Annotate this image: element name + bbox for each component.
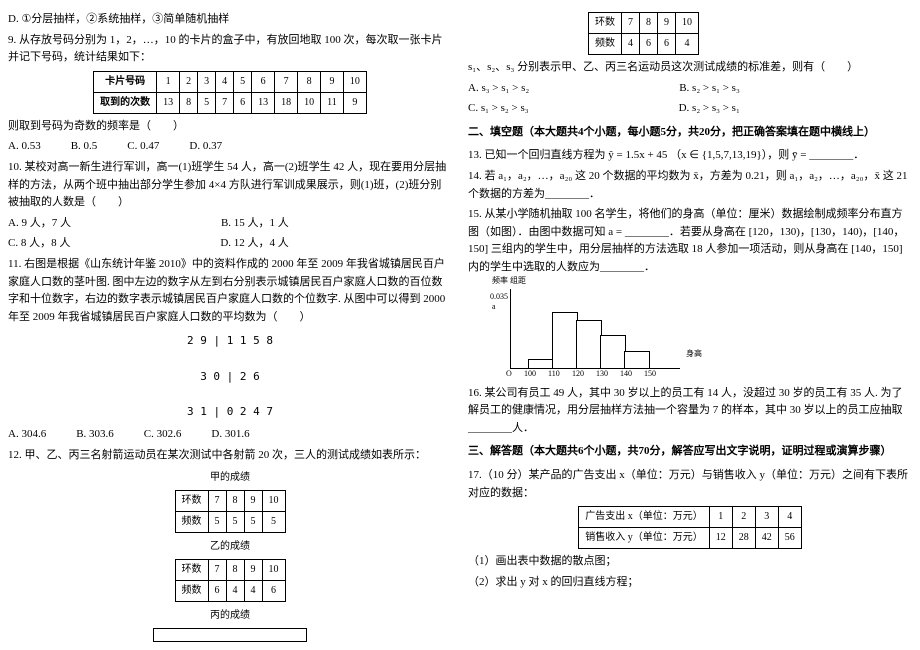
yi-table: 环数 7 8 9 10 频数 6 4 4 6 (175, 559, 286, 602)
tick-140: 140 (620, 368, 632, 381)
bing-table-stub (153, 628, 307, 642)
q9-r2-label: 取到的次数 (94, 92, 157, 113)
mark-0035: 0.035 (490, 291, 508, 304)
q9-table: 卡片号码 1 2 3 4 5 6 7 8 9 10 取到的次数 13 8 5 7… (93, 71, 367, 114)
jia-table: 环数 7 8 9 10 频数 5 5 5 5 (175, 490, 286, 533)
q15-histogram: 频率 组距 a 0.035 O 100 110 120 130 140 150 … (498, 281, 698, 381)
q9-r1-label: 卡片号码 (94, 71, 157, 92)
tick-o: O (506, 368, 512, 381)
q13-text: 13. 已知一个回归直线方程为 ŷ = 1.5x + 45 （x ∈ {1,5,… (468, 147, 912, 165)
q12-text: 12. 甲、乙、丙三名射箭运动员在某次测试中各射箭 20 次，三人的测试成绩如表… (8, 447, 452, 465)
left-column: D. ①分层抽样，②系统抽样，③简单随机抽样 9. 从存放号码分别为 1，2，…… (8, 8, 452, 642)
tick-120: 120 (572, 368, 584, 381)
q11-options: A. 304.6 B. 303.6 C. 302.6 D. 301.6 (8, 426, 452, 444)
q15-text: 15. 从某小学随机抽取 100 名学生，将他们的身高（单位：厘米）数据绘制成频… (468, 206, 912, 276)
section3-title: 三、解答题（本大题共6个小题，共70分，解答应写出文字说明，证明过程或演算步骤） (468, 443, 912, 461)
q10-options-row2: C. 8 人，8 人 D. 12 人，4 人 (8, 235, 452, 253)
q9-options: A. 0.53 B. 0.5 C. 0.47 D. 0.37 (8, 138, 452, 156)
bar-4 (600, 335, 626, 369)
yi-caption: 乙的成绩 (8, 539, 452, 555)
tick-130: 130 (596, 368, 608, 381)
section2-title: 二、填空题（本大题共4个小题，每小题5分，共20分，把正确答案填在题中横线上） (468, 124, 912, 142)
chart-xlabel: 身高 (686, 348, 702, 361)
tick-100: 100 (524, 368, 536, 381)
bar-3 (576, 320, 602, 369)
bing-table: 环数 7 8 9 10 频数 4 6 6 4 (588, 12, 699, 55)
q10-text: 10. 某校对高一新生进行军训，高一(1)班学生 54 人，高一(2)班学生 4… (8, 159, 452, 212)
bar-5 (624, 351, 650, 369)
q14-text: 14. 若 a₁，a₂，…，a₂₀ 这 20 个数据的平均数为 x̄，方差为 0… (468, 168, 912, 203)
q9-text: 9. 从存放号码分别为 1，2，…，10 的卡片的盒子中，有放回地取 100 次… (8, 32, 452, 67)
q17-text: 17.（10 分）某产品的广告支出 x（单位：万元）与销售收入 y（单位：万元）… (468, 467, 912, 502)
q16-text: 16. 某公司有员工 49 人，其中 30 岁以上的员工有 14 人，没超过 3… (468, 385, 912, 438)
y-axis (510, 289, 511, 369)
jia-caption: 甲的成绩 (8, 470, 452, 486)
q12-options-row2: C. s₁ > s₂ > s₃ D. s₂ > s₃ > s₁ (468, 100, 912, 118)
q10-options-row1: A. 9 人，7 人 B. 15 人，1 人 (8, 215, 452, 233)
q17-sub2: （2）求出 y 对 x 的回归直线方程； (468, 574, 912, 592)
q12-options-row1: A. s₃ > s₁ > s₂ B. s₂ > s₁ > s₃ (468, 80, 912, 98)
tick-150: 150 (644, 368, 656, 381)
q9-tail: 则取到号码为奇数的频率是（ ） (8, 118, 452, 136)
right-column: 环数 7 8 9 10 频数 4 6 6 4 s₁、s₂、s₃ 分别表示甲、乙、… (468, 8, 912, 642)
bing-caption: 丙的成绩 (8, 608, 452, 624)
chart-ylabel: 频率 组距 (492, 275, 526, 288)
tick-110: 110 (548, 368, 560, 381)
q11-stemleaf: 2 9 | 1 1 5 8 3 0 | 2 6 3 1 | 0 2 4 7 (8, 332, 452, 420)
bar-2 (552, 312, 578, 369)
option-d: D. ①分层抽样，②系统抽样，③简单随机抽样 (8, 11, 452, 29)
q17-sub1: （1）画出表中数据的散点图； (468, 553, 912, 571)
q11-text: 11. 右图是根据《山东统计年鉴 2010》中的资料作成的 2000 年至 20… (8, 256, 452, 326)
q12-tail: s₁、s₂、s₃ 分别表示甲、乙、丙三名运动员这次测试成绩的标准差，则有（ ） (468, 59, 912, 77)
q17-table: 广告支出 x（单位：万元） 1 2 3 4 销售收入 y（单位：万元） 12 2… (578, 506, 802, 549)
